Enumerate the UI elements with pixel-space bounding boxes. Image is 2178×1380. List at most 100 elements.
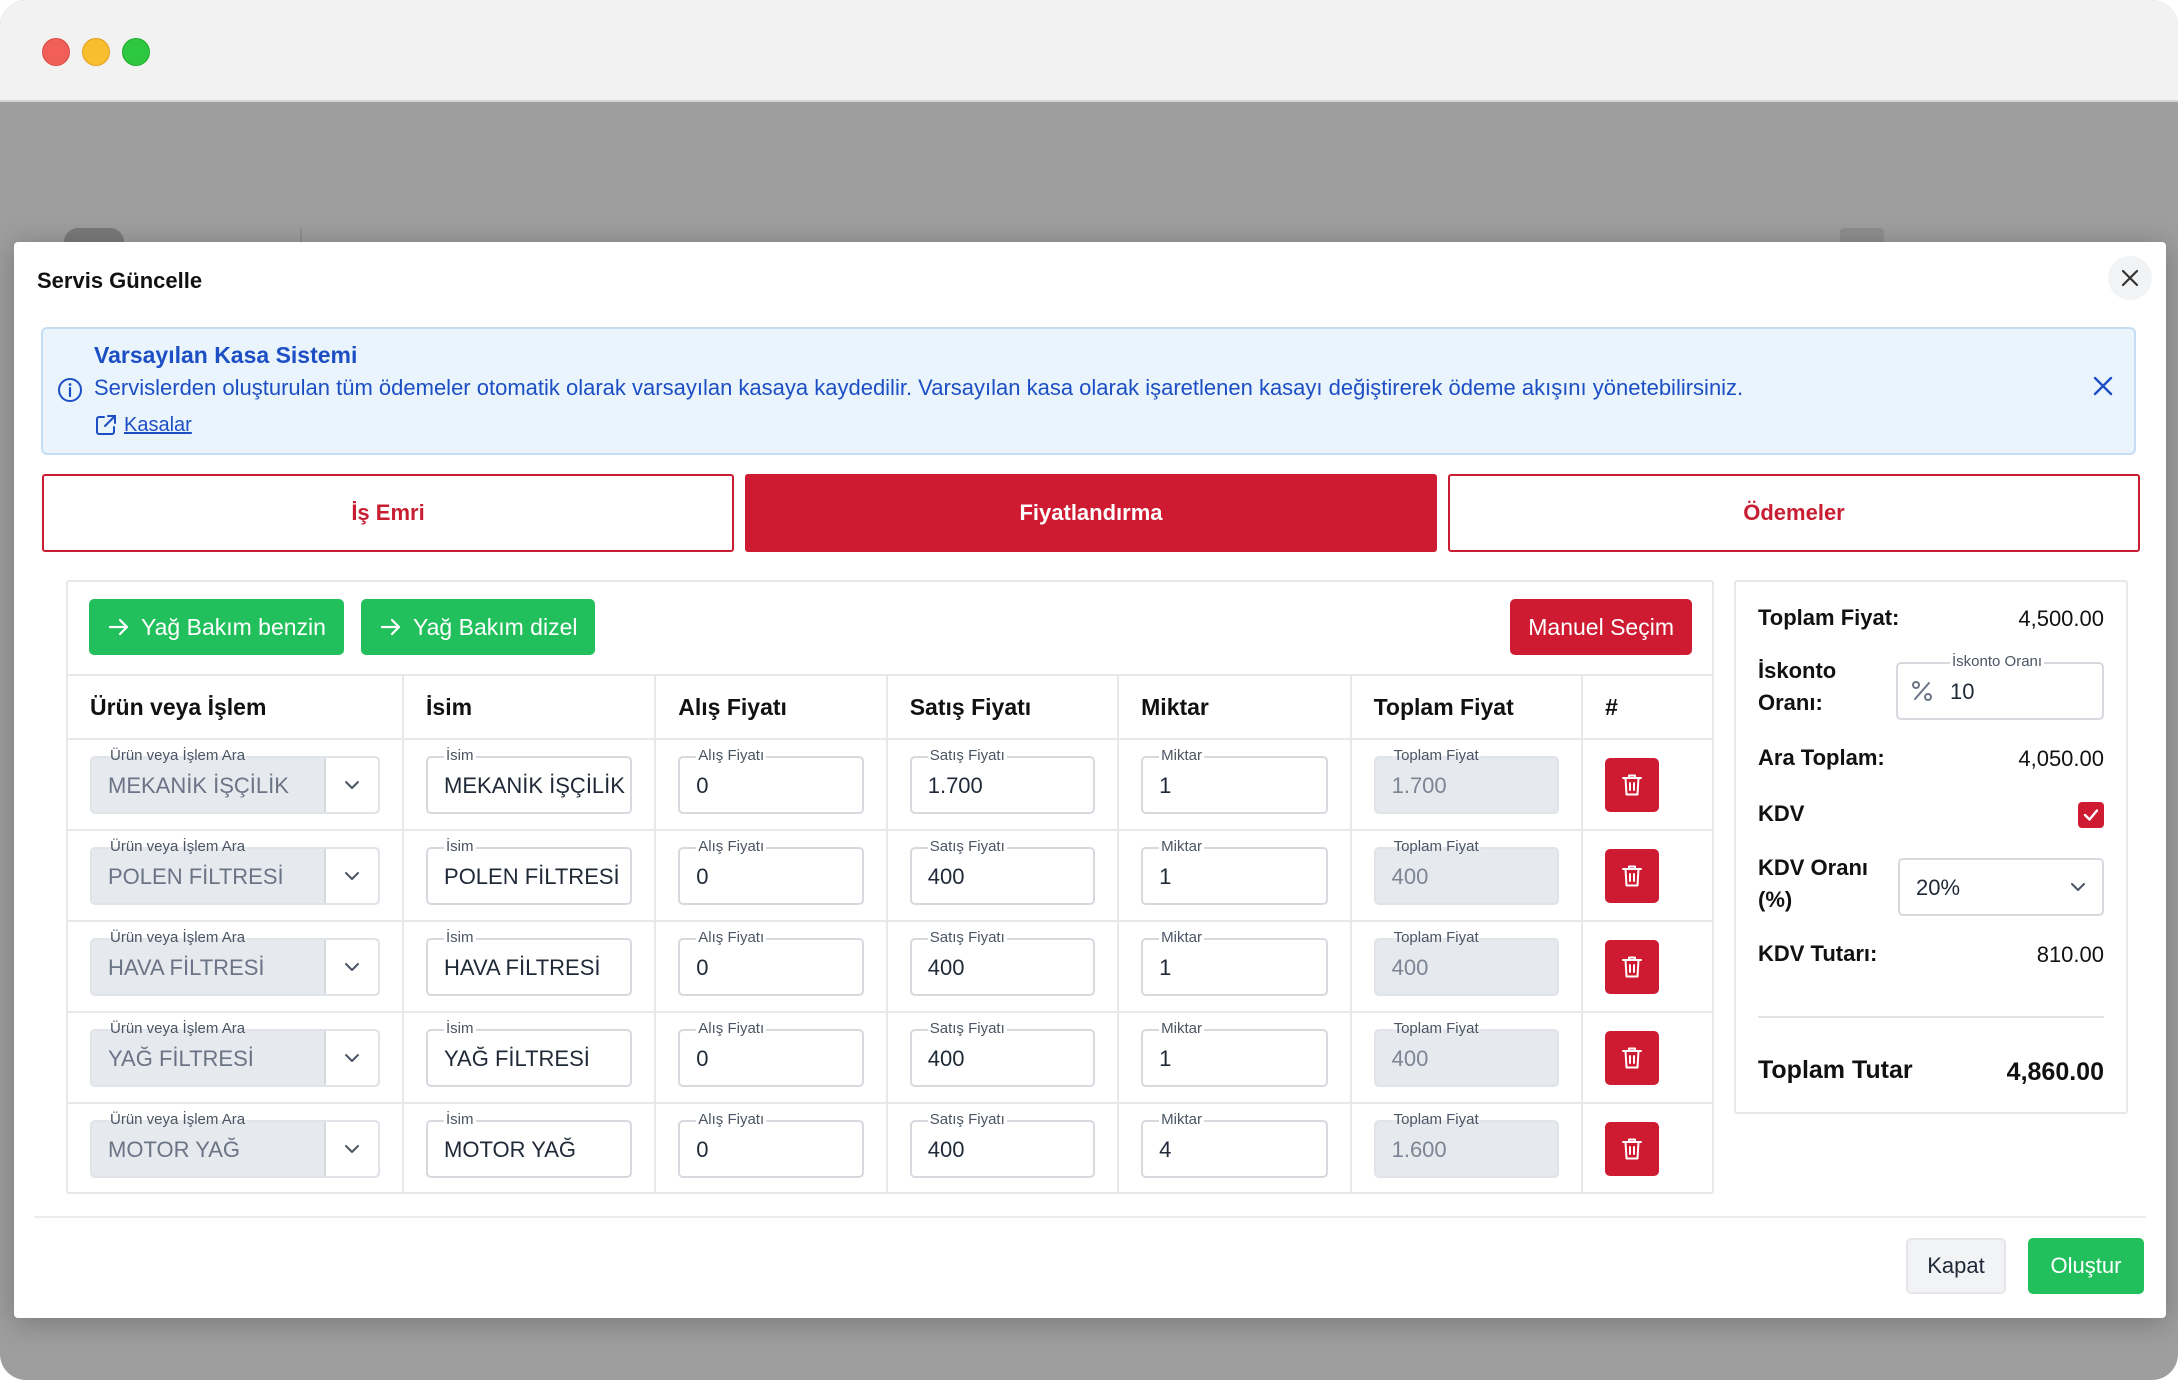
total-price-field: Toplam Fiyat 1.700 [1373,747,1560,814]
cell-product: Ürün veya İşlem Ara MOTOR YAĞ [68,1102,405,1192]
quantity-input[interactable]: Miktar 1 [1141,1020,1328,1087]
sell-price-input[interactable]: Satış Fiyatı 400 [909,1112,1096,1178]
sell-price-input[interactable]: Satış Fiyatı 400 [909,838,1096,905]
window-maximize-dot[interactable] [122,38,150,66]
kdv-rate-select[interactable]: 20% [1898,858,2104,916]
col-actions: # [1582,674,1712,739]
name-value: YAĞ FİLTRESİ [444,1045,590,1071]
window-close-dot[interactable] [42,38,70,66]
field-label: Miktar [1159,1111,1204,1128]
dropdown-toggle[interactable] [324,1030,379,1085]
product-search-select[interactable]: Ürün veya İşlem Ara MEKANİK İŞÇİLİK [90,747,381,814]
name-value: POLEN FİLTRESİ [444,863,620,889]
product-search-select[interactable]: Ürün veya İşlem Ara POLEN FİLTRESİ [90,838,381,905]
col-name: İsim [403,674,657,739]
sell-price-value: 400 [927,1045,965,1071]
cell-actions [1582,1102,1712,1192]
cell-name: İsim POLEN FİLTRESİ [403,829,657,921]
cell-quantity: Miktar 1 [1118,920,1352,1012]
background-header-divider [300,228,302,242]
name-input[interactable]: İsim MOTOR YAĞ [426,1112,633,1178]
kdv-rate-label-line2: (%) [1758,887,1793,912]
dropdown-toggle[interactable] [324,757,379,812]
dropdown-toggle[interactable] [324,939,379,994]
sell-price-input[interactable]: Satış Fiyatı 400 [909,1020,1096,1087]
delete-row-button[interactable] [1605,757,1660,812]
quantity-input[interactable]: Miktar 4 [1141,1112,1328,1178]
cell-product: Ürün veya İşlem Ara MEKANİK İŞÇİLİK [68,738,405,830]
manual-selection-button[interactable]: Manuel Seçim [1510,599,1692,655]
window-minimize-dot[interactable] [82,38,110,66]
delete-row-button[interactable] [1605,1122,1660,1176]
close-button[interactable]: Kapat [1906,1238,2006,1294]
field-label: Toplam Fiyat [1391,746,1481,764]
sell-price-input[interactable]: Satış Fiyatı 1.700 [909,747,1096,814]
product-search-select[interactable]: Ürün veya İşlem Ara HAVA FİLTRESİ [90,929,381,996]
table-row: Ürün veya İşlem Ara MOTOR YAĞ İsim MOTOR YA… [68,1102,1712,1192]
buy-price-input[interactable]: Alış Fiyatı 0 [678,1112,864,1178]
name-input[interactable]: İsim POLEN FİLTRESİ [426,838,633,905]
modal-close-button[interactable] [2108,256,2152,300]
discount-label-line1: İskonto [1758,658,1837,683]
name-value: MEKANİK İŞÇİLİK [444,772,625,798]
name-input[interactable]: İsim MEKANİK İŞÇİLİK [426,747,633,814]
col-product: Ürün veya İşlem [68,674,405,739]
dropdown-toggle[interactable] [324,848,379,903]
product-search-select[interactable]: Ürün veya İşlem Ara YAĞ FİLTRESİ [90,1020,381,1087]
total-price-row-value: 400 [1391,954,1429,980]
field-label: Miktar [1159,746,1204,764]
delete-row-button[interactable] [1605,1030,1660,1085]
buy-price-input[interactable]: Alış Fiyatı 0 [678,747,864,814]
total-price-row-value: 400 [1391,1045,1429,1071]
trash-icon [1622,774,1643,795]
delete-row-button[interactable] [1605,939,1660,994]
cell-quantity: Miktar 1 [1118,1011,1352,1103]
field-label: Satış Fiyatı [927,928,1007,946]
quantity-input[interactable]: Miktar 1 [1141,747,1328,814]
field-label: Alış Fiyatı [696,1111,767,1128]
kdv-label: KDV [1758,801,1805,826]
preset-oil-gasoline-button[interactable]: Yağ Bakım benzin [89,599,344,655]
kdv-amount-label: KDV Tutarı: [1758,941,1878,966]
quantity-input[interactable]: Miktar 1 [1141,929,1328,996]
product-search-select[interactable]: Ürün veya İşlem Ara MOTOR YAĞ [90,1112,381,1178]
table-row: Ürün veya İşlem Ara POLEN FİLTRESİ İsim POL… [68,829,1712,921]
dropdown-toggle[interactable] [324,1122,379,1176]
create-button[interactable]: Oluştur [2028,1238,2144,1294]
app-window: Servis Güncelle Varsayılan Kasa Sistemi … [0,0,2178,1380]
cash-registers-link[interactable]: Kasalar [94,413,192,437]
sell-price-input[interactable]: Satış Fiyatı 400 [909,929,1096,996]
preset-oil-gasoline-label: Yağ Bakım benzin [141,613,326,640]
trash-icon [1622,1138,1643,1160]
external-link-icon [96,415,116,435]
sell-price-value: 400 [927,954,965,980]
alert-close-icon[interactable] [2092,375,2114,397]
field-label: Satış Fiyatı [927,1111,1007,1128]
field-label: Toplam Fiyat [1391,928,1481,946]
discount-rate-value: 10 [1950,679,1975,704]
kdv-rate-label-line1: KDV Oranı [1758,855,1869,880]
delete-row-button[interactable] [1605,848,1660,903]
kdv-checkbox[interactable] [2078,802,2104,828]
cell-product: Ürün veya İşlem Ara YAĞ FİLTRESİ [68,1011,405,1103]
buy-price-input[interactable]: Alış Fiyatı 0 [678,929,864,996]
cell-name: İsim MOTOR YAĞ [403,1102,657,1192]
buy-price-input[interactable]: Alış Fiyatı 0 [678,838,864,905]
discount-rate-field[interactable]: İskonto Oranı 10 [1896,654,2104,720]
tab-work-order[interactable]: İş Emri [42,474,734,552]
buy-price-input[interactable]: Alış Fiyatı 0 [678,1020,864,1087]
field-label: Alış Fiyatı [696,928,767,946]
tab-pricing[interactable]: Fiyatlandırma [745,474,1437,552]
arrow-right-icon [380,618,401,636]
tab-payments[interactable]: Ödemeler [1448,474,2140,552]
grand-total-label: Toplam Tutar [1758,1056,1913,1084]
cell-actions [1582,738,1712,830]
preset-oil-diesel-button[interactable]: Yağ Bakım dizel [361,599,596,655]
grand-total-value: 4,860.00 [2006,1058,2104,1086]
name-input[interactable]: İsim HAVA FİLTRESİ [426,929,633,996]
preset-oil-diesel-label: Yağ Bakım dizel [413,613,578,640]
quantity-input[interactable]: Miktar 1 [1141,838,1328,905]
name-input[interactable]: İsim YAĞ FİLTRESİ [426,1020,633,1087]
items-panel: Yağ Bakım benzin Yağ Bakım dizel Manuel … [66,580,1714,1194]
table-row: Ürün veya İşlem Ara YAĞ FİLTRESİ İsim YAĞ F… [68,1011,1712,1103]
